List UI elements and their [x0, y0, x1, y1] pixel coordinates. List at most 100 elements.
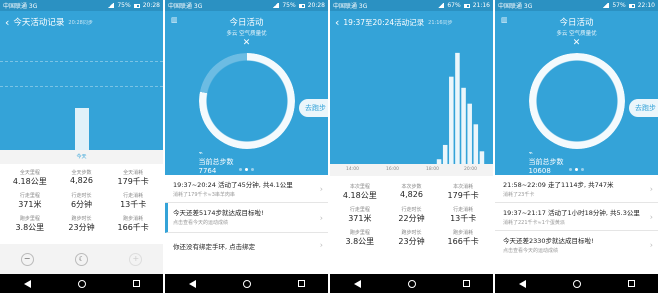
list-item[interactable]: 今天还差5174步就达成目标啦! 点击查看今天的运动成绩 › [165, 203, 328, 233]
chart-bar[interactable] [461, 87, 466, 164]
list-item[interactable]: 你还没有绑定手环, 点击绑定 › [165, 233, 328, 257]
axis-tick: 20:00 [464, 167, 477, 172]
weather-label: 多云 空气质量优 [226, 31, 267, 37]
recents-nav-icon[interactable] [132, 280, 140, 287]
carrier-label: 中国联通 3G [3, 3, 38, 10]
chart-bar[interactable] [467, 103, 472, 164]
chart-icon[interactable]: ▥ [501, 17, 508, 24]
step-progress-ring[interactable] [198, 53, 295, 149]
battery-icon [463, 3, 470, 8]
header-area: ▥ 今日活动 多云 空气质量优 ✕ ⌁ 当前总步数 7764 6.72公里287… [165, 11, 328, 184]
header-area: ‹ 19:37至20:24活动记录 21:16同步 [330, 11, 493, 164]
back-nav-icon[interactable] [188, 279, 196, 288]
page-indicator [495, 168, 658, 171]
moon-icon[interactable]: ☾ [74, 252, 88, 266]
home-nav-icon[interactable] [77, 279, 86, 288]
stat-item: 本次里程 4.18公里 [342, 184, 377, 200]
weather-label: 多云 空气质量优 [556, 31, 597, 37]
clock: 22:10 [637, 2, 655, 9]
step-progress-ring[interactable] [528, 53, 625, 149]
activity-list: 21:58~22:09 走了1114步, 共747米 消耗了23千卡 › 19:… [495, 175, 658, 259]
stat-item: 跑步消耗 166千卡 [447, 230, 479, 246]
home-nav-icon[interactable] [407, 279, 416, 288]
home-nav-icon[interactable] [572, 279, 581, 288]
go-run-button[interactable]: 去跑步 [299, 99, 328, 117]
chart-bar[interactable] [442, 144, 448, 164]
stat-item: 行走消耗 13千卡 [120, 193, 147, 209]
back-arrow-icon[interactable]: ‹ [335, 17, 339, 28]
stats-grid: 本次里程 4.18公里 本次步数 4,826 本次消耗 179千卡 行走里程 371米 … [330, 176, 493, 247]
sync-time: 20:28同步 [68, 19, 93, 26]
status-bar: 中国联通 3G 57% 22:10 [495, 0, 658, 11]
bar-label-today: 今天 [76, 154, 87, 160]
chart-axis: 今天 [0, 150, 163, 164]
status-bar: 中国联通 3G 75% 20:28 [165, 0, 328, 11]
page-indicator [165, 168, 328, 171]
back-nav-icon[interactable] [23, 279, 31, 288]
chevron-right-icon: › [319, 240, 323, 250]
battery-percent: 75% [282, 2, 296, 9]
chevron-right-icon: › [319, 213, 323, 222]
status-bar: 中国联通 3G 75% 20:28 [0, 0, 163, 11]
clock: 20:28 [142, 2, 160, 9]
back-arrow-icon[interactable]: ‹ [5, 17, 9, 28]
battery-icon [133, 3, 140, 8]
chart-bar-today[interactable] [75, 108, 89, 150]
sync-time: 21:16同步 [428, 19, 453, 26]
stat-item: 本次消耗 179千卡 [447, 184, 479, 200]
stats-grid: 全天里程 4.18公里 全天步数 4,826 全天消耗 179千卡 行走里程 371米 … [0, 164, 163, 233]
chart-icon[interactable]: ▥ [171, 17, 178, 24]
clock: 20:28 [307, 2, 325, 9]
chart-axis: 14:00 16:00 18:00 20:00 [330, 164, 493, 176]
stat-item: 行走里程 371米 [348, 207, 372, 223]
grid-line [0, 86, 163, 87]
battery-percent: 57% [612, 2, 626, 9]
chart-bar[interactable] [473, 124, 479, 164]
chevron-right-icon: › [319, 184, 323, 193]
page-title: 19:37至20:24活动记录 [343, 17, 425, 27]
chevron-right-icon: › [649, 212, 653, 221]
stat-item: 跑步里程 3.8公里 [15, 216, 45, 232]
axis-tick: 14:00 [346, 167, 359, 172]
chevron-right-icon: › [649, 184, 653, 193]
stat-item: 跑步里程 3.8公里 [345, 230, 375, 246]
home-nav-icon[interactable] [242, 279, 251, 288]
brand-logo-icon: ⌁ [528, 149, 533, 157]
screen-today-activity-2: 中国联通 3G 57% 22:10 ▥ 今日活动 多云 空气质量优 ✕ ⌁ 当前… [495, 0, 658, 293]
battery-percent: 67% [447, 2, 461, 9]
header-area: ▥ 今日活动 多云 空气质量优 ✕ ⌁ 当前总步数 10608 8.4公里337… [495, 11, 658, 184]
list-item[interactable]: 19:37~20:24 活动了45分钟, 共4.1公里 消耗了179千卡≈3串羊… [165, 175, 328, 203]
carrier-label: 中国联通 3G [333, 3, 368, 10]
recents-nav-icon[interactable] [627, 280, 635, 287]
system-nav-bar [495, 274, 658, 293]
header-area: ‹ 今天活动记录 20:28同步 [0, 11, 163, 150]
list-item[interactable]: 21:58~22:09 走了1114步, 共747米 消耗了23千卡 › [495, 175, 658, 203]
chevron-right-icon: › [649, 240, 653, 250]
list-item[interactable]: 19:37~21:17 活动了1小时18分钟, 共5.3公里 消耗了221千卡≈… [495, 203, 658, 231]
stat-item: 跑步时长 23分钟 [68, 216, 95, 232]
screen-daily-record: 中国联通 3G 75% 20:28 ‹ 今天活动记录 20:28同步 今天 全天… [0, 0, 163, 293]
chart-bar[interactable] [449, 76, 454, 164]
recents-nav-icon[interactable] [297, 280, 305, 287]
plus-button[interactable]: + [129, 252, 143, 266]
back-nav-icon[interactable] [353, 279, 361, 288]
status-bar: 中国联通 3G 67% 21:16 [330, 0, 493, 11]
recents-nav-icon[interactable] [462, 280, 470, 287]
axis-tick: 16:00 [386, 167, 399, 172]
stat-item: 行走时长 22分钟 [398, 207, 425, 223]
system-nav-bar [330, 274, 493, 293]
back-nav-icon[interactable] [518, 279, 526, 288]
chart-bar[interactable] [479, 151, 485, 164]
signal-icon [437, 3, 445, 8]
carrier-label: 中国联通 3G [168, 3, 203, 10]
stat-item: 本次步数 4,826 [400, 184, 423, 199]
battery-icon [628, 3, 635, 8]
go-run-button[interactable]: 去跑步 [629, 99, 658, 117]
minus-button[interactable]: − [20, 252, 34, 266]
signal-icon [107, 3, 115, 8]
ring-caption: 当前总步数 [198, 158, 234, 166]
brand-logo-icon: ⌁ [198, 149, 203, 157]
chart-bar[interactable] [455, 52, 460, 164]
screen-session-record: 中国联通 3G 67% 21:16 ‹ 19:37至20:24活动记录 21:1… [330, 0, 493, 293]
list-item[interactable]: 今天还差2330步就达成目标啦! 点击查看今天的运动成绩 › [495, 231, 658, 259]
